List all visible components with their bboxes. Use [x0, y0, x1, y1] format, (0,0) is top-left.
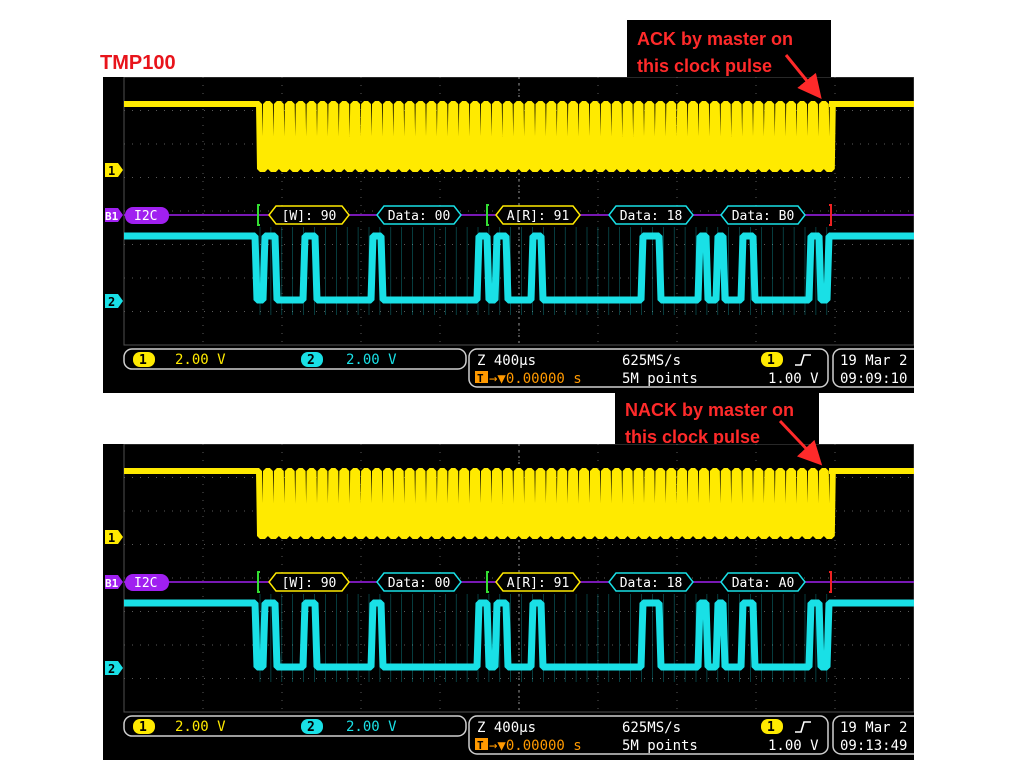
- ch2-badge[interactable]: 2: [307, 720, 315, 735]
- sample-rate: 625MS/s: [622, 353, 681, 369]
- decode-packet-label: Data: 18: [620, 576, 683, 591]
- ch1-badge[interactable]: 1: [139, 720, 147, 735]
- callout-nack: NACK by master on this clock pulse: [615, 391, 819, 447]
- decode-packet-label: Data: B0: [732, 209, 795, 224]
- record-length: 5M points: [622, 371, 698, 387]
- bus-marker: B1: [105, 208, 123, 223]
- oscilloscope-capture-1: I2C [W]: 90 Data: 00 A[R]: 91 Data: 18 Data: …: [103, 77, 914, 393]
- ch1-waveform: [124, 101, 914, 172]
- ch2-scale[interactable]: 2.00 V: [346, 719, 397, 735]
- ch1-marker: 1: [105, 163, 123, 178]
- trigger-source-badge[interactable]: 1: [767, 353, 775, 368]
- decode-packet-label: Data: 00: [388, 209, 451, 224]
- status-bar: 1 2.00 V 2 2.00 V Z 400µs T →▼0.00000 s …: [123, 715, 914, 755]
- bus-name: I2C: [134, 576, 157, 591]
- decode-packet-label: [W]: 90: [282, 209, 337, 224]
- sample-rate: 625MS/s: [622, 720, 681, 736]
- bus-marker-label: B1: [105, 210, 119, 223]
- bus-decode: I2C [W]: 90 Data: 00 A[R]: 91 Data: 18 Data: …: [124, 204, 914, 226]
- ch2-marker-label: 2: [108, 295, 115, 309]
- ch2-scale[interactable]: 2.00 V: [346, 352, 397, 368]
- ch1-scale[interactable]: 2.00 V: [175, 719, 226, 735]
- trigger-source-badge[interactable]: 1: [767, 720, 775, 735]
- ch1-badge[interactable]: 1: [139, 353, 147, 368]
- callout-ack: ACK by master on this clock pulse: [627, 20, 831, 78]
- decode-packet-label: Data: 00: [388, 576, 451, 591]
- status-bar: 1 2.00 V 2 2.00 V Z 400µs T →▼0.00000 s …: [123, 348, 914, 388]
- decode-packet-label: Data: 18: [620, 209, 683, 224]
- callout-line-2: this clock pulse: [637, 56, 773, 76]
- trigger-level[interactable]: 1.00 V: [768, 371, 819, 387]
- oscilloscope-capture-2: I2C [W]: 90 Data: 00 A[R]: 91 Data: 18 Data: …: [103, 444, 914, 760]
- trigger-position-icon: T: [477, 739, 484, 752]
- decode-packet-label: Data: A0: [732, 576, 795, 591]
- bus-name: I2C: [134, 209, 157, 224]
- capture-date: 19 Mar 2: [840, 353, 907, 369]
- zoom-readout[interactable]: Z 400µs: [477, 353, 536, 369]
- capture-time: 09:13:49: [840, 738, 907, 754]
- capture-time: 09:09:10: [840, 371, 907, 387]
- scope-display: I2C [W]: 90 Data: 00 A[R]: 91 Data: 18 Data: …: [105, 77, 914, 388]
- bus-marker-label: B1: [105, 577, 119, 590]
- bus-marker: B1: [105, 575, 123, 590]
- bus-decode: I2C [W]: 90 Data: 00 A[R]: 91 Data: 18 Data: …: [124, 571, 914, 593]
- capture-date: 19 Mar 2: [840, 720, 907, 736]
- ch1-marker-label: 1: [108, 531, 115, 545]
- ch2-marker-label: 2: [108, 662, 115, 676]
- trigger-position[interactable]: →▼0.00000 s: [489, 738, 582, 754]
- ch1-waveform: [124, 468, 914, 539]
- trigger-position-icon: T: [477, 372, 484, 385]
- page-title: TMP100: [100, 52, 176, 74]
- ch2-marker: 2: [105, 294, 123, 309]
- ch1-scale[interactable]: 2.00 V: [175, 352, 226, 368]
- decode-packet-label: A[R]: 91: [507, 576, 570, 591]
- trigger-level[interactable]: 1.00 V: [768, 738, 819, 754]
- callout-line-1: NACK by master on: [625, 400, 795, 420]
- ch2-badge[interactable]: 2: [307, 353, 315, 368]
- zoom-readout[interactable]: Z 400µs: [477, 720, 536, 736]
- decode-packet-label: [W]: 90: [282, 576, 337, 591]
- ch1-marker: 1: [105, 530, 123, 545]
- ch2-marker: 2: [105, 661, 123, 676]
- trigger-position[interactable]: →▼0.00000 s: [489, 371, 582, 387]
- callout-line-1: ACK by master on: [637, 29, 794, 49]
- ch1-marker-label: 1: [108, 164, 115, 178]
- decode-packet-label: A[R]: 91: [507, 209, 570, 224]
- record-length: 5M points: [622, 738, 698, 754]
- ch1-trace: [124, 468, 914, 539]
- ch1-trace: [124, 101, 914, 172]
- scope-display: I2C [W]: 90 Data: 00 A[R]: 91 Data: 18 Data: …: [105, 444, 914, 755]
